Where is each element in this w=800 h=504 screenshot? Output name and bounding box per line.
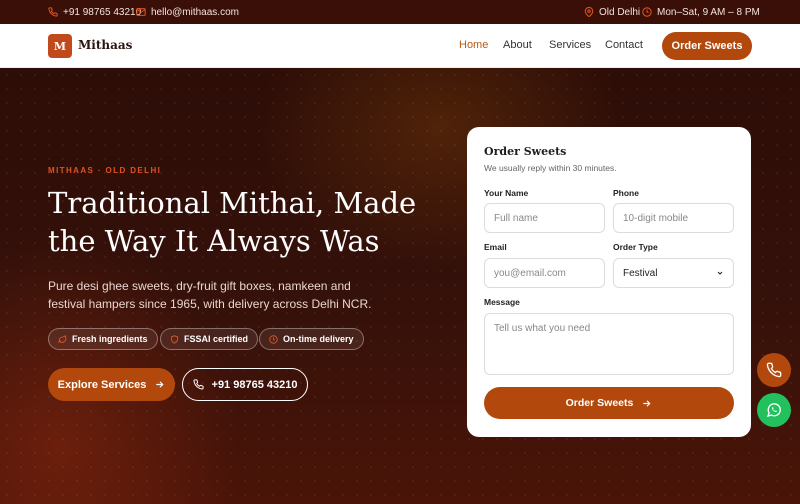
mail-icon (136, 8, 146, 16)
main-nav: M Mithaas Home About Services Contact Or… (0, 24, 800, 68)
badge-label: On-time delivery (283, 334, 354, 344)
badge-label: FSSAI certified (184, 334, 249, 344)
topbar-phone-text: +91 98765 43210 (63, 6, 142, 18)
explore-services-button[interactable]: Explore Services (48, 368, 175, 401)
top-bar: +91 98765 43210 hello@mithaas.com Old De… (0, 0, 800, 24)
hero-subtitle: Pure desi ghee sweets, dry-fruit gift bo… (48, 279, 372, 311)
topbar-location: Old Delhi (584, 0, 640, 24)
topbar-email[interactable]: hello@mithaas.com (136, 0, 239, 24)
nav-link-about[interactable]: About (503, 39, 532, 51)
clock-icon (642, 7, 652, 17)
map-pin-icon (584, 7, 594, 17)
form-title: Order Sweets (484, 145, 567, 158)
nav-link-contact[interactable]: Contact (605, 39, 643, 51)
phone-label: Phone (613, 188, 639, 198)
hero-section: MITHAAS · OLD DELHI Traditional Mithai, … (0, 68, 800, 504)
topbar-hours: Mon–Sat, 9 AM – 8 PM (642, 0, 760, 24)
phone-icon (192, 379, 204, 390)
hero-headline: Traditional Mithai, Made the Way It Alwa… (48, 186, 417, 258)
floating-call-button[interactable] (757, 353, 791, 387)
whatsapp-icon (766, 403, 781, 417)
hero-eyebrow: MITHAAS · OLD DELHI (48, 166, 162, 175)
call-button-label: +91 98765 43210 (211, 378, 298, 391)
email-field[interactable]: you@email.com (484, 258, 605, 288)
explore-services-label: Explore Services (57, 378, 147, 391)
order-type-label: Order Type (613, 242, 658, 252)
name-field[interactable]: Full name (484, 203, 605, 233)
phone-field[interactable]: 10-digit mobile (613, 203, 734, 233)
message-textarea[interactable]: Tell us what you need (484, 313, 734, 375)
email-label: Email (484, 242, 507, 252)
topbar-email-text: hello@mithaas.com (151, 6, 239, 18)
clock-icon (269, 334, 278, 344)
order-submit-button[interactable]: Order Sweets (484, 387, 734, 419)
badge-fssai-certified: FSSAI certified (160, 328, 259, 350)
topbar-hours-text: Mon–Sat, 9 AM – 8 PM (657, 6, 760, 18)
badge-fresh-ingredients: Fresh ingredients (48, 328, 158, 350)
leaf-icon (58, 334, 67, 343)
submit-label: Order Sweets (565, 397, 634, 409)
shield-icon (171, 334, 178, 344)
arrow-right-icon (643, 399, 651, 407)
topbar-phone[interactable]: +91 98765 43210 (48, 0, 141, 24)
logo-name[interactable]: Mithaas (78, 38, 132, 52)
nav-link-home[interactable]: Home (459, 39, 488, 51)
phone-icon (48, 7, 58, 17)
arrow-right-icon (156, 381, 164, 388)
order-form-card: Order Sweets We usually reply within 30 … (467, 127, 751, 437)
nav-link-services[interactable]: Services (549, 39, 591, 51)
order-type-value: Festival (623, 267, 658, 279)
chevron-down-icon (717, 271, 723, 275)
topbar-location-text: Old Delhi (599, 6, 641, 18)
floating-whatsapp-button[interactable] (757, 393, 791, 427)
phone-icon (766, 362, 782, 378)
nav-order-button[interactable]: Order Sweets (662, 32, 752, 60)
name-label: Your Name (484, 188, 529, 198)
badge-label: Fresh ingredients (72, 334, 148, 344)
order-type-select[interactable]: Festival (613, 258, 734, 288)
form-subtitle: We usually reply within 30 minutes. (484, 163, 617, 173)
message-label: Message (484, 297, 520, 307)
call-button[interactable]: +91 98765 43210 (182, 368, 308, 401)
logo-mark[interactable]: M (48, 34, 72, 58)
badge-on-time-delivery: On-time delivery (259, 328, 364, 350)
